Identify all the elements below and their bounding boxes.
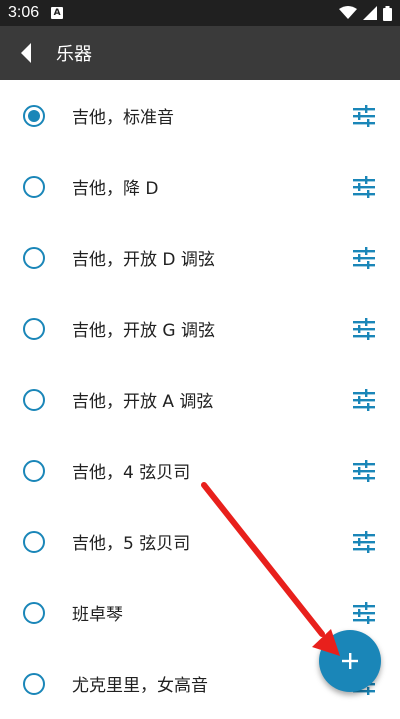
instrument-row[interactable]: 吉他，5 弦贝司: [0, 506, 400, 577]
instrument-label: 吉他，标准音: [72, 108, 174, 128]
instrument-label: 吉他，5 弦贝司: [72, 534, 191, 554]
instrument-radio[interactable]: [23, 104, 45, 127]
tune-sliders-icon[interactable]: [352, 246, 376, 269]
instrument-row[interactable]: 吉他，开放 A 调弦: [0, 364, 400, 435]
status-bar: 3:06 A: [0, 0, 400, 26]
instrument-row[interactable]: 吉他，开放 G 调弦: [0, 293, 400, 364]
tune-sliders-icon[interactable]: [352, 317, 376, 340]
instrument-radio[interactable]: [23, 175, 45, 198]
plus-icon: [342, 653, 358, 669]
instrument-label: 吉他，开放 D 调弦: [72, 250, 215, 270]
instrument-row[interactable]: 吉他，开放 D 调弦: [0, 222, 400, 293]
instrument-row[interactable]: 吉他，降 D: [0, 151, 400, 222]
instrument-radio[interactable]: [23, 672, 45, 695]
tune-sliders-icon[interactable]: [352, 601, 376, 624]
back-button[interactable]: [0, 26, 52, 80]
page-title: 乐器: [56, 44, 92, 65]
wifi-icon: [339, 6, 357, 19]
instrument-label: 吉他，开放 G 调弦: [72, 321, 215, 341]
instrument-radio[interactable]: [23, 246, 45, 269]
instrument-radio[interactable]: [23, 530, 45, 553]
tune-sliders-icon[interactable]: [352, 104, 376, 127]
signal-icon: [363, 6, 377, 20]
battery-icon: [383, 5, 392, 21]
instrument-radio[interactable]: [23, 388, 45, 411]
instrument-row[interactable]: 吉他，4 弦贝司: [0, 435, 400, 506]
instrument-label: 吉他，降 D: [72, 179, 159, 199]
back-arrow-icon: [21, 43, 31, 63]
instrument-list: 吉他，标准音 吉他，降 D 吉他，开放 D 调弦 吉他，开放 G 调弦 吉他，开放 A …: [0, 80, 400, 719]
instrument-label: 尤克里里，女高音: [72, 676, 208, 696]
tune-sliders-icon[interactable]: [352, 175, 376, 198]
notification-badge: A: [51, 7, 64, 19]
status-time: 3:06: [8, 4, 40, 21]
status-icons: [339, 5, 392, 21]
tune-sliders-icon[interactable]: [352, 530, 376, 553]
instrument-label: 吉他，4 弦贝司: [72, 463, 191, 483]
instrument-radio[interactable]: [23, 459, 45, 482]
add-instrument-button[interactable]: [319, 630, 381, 692]
tune-sliders-icon[interactable]: [352, 388, 376, 411]
tune-sliders-icon[interactable]: [352, 459, 376, 482]
instrument-row[interactable]: 吉他，标准音: [0, 80, 400, 151]
instrument-radio[interactable]: [23, 601, 45, 624]
instrument-label: 吉他，开放 A 调弦: [72, 392, 214, 412]
instrument-label: 班卓琴: [72, 605, 123, 625]
instrument-radio[interactable]: [23, 317, 45, 340]
app-bar: 乐器: [0, 26, 400, 80]
